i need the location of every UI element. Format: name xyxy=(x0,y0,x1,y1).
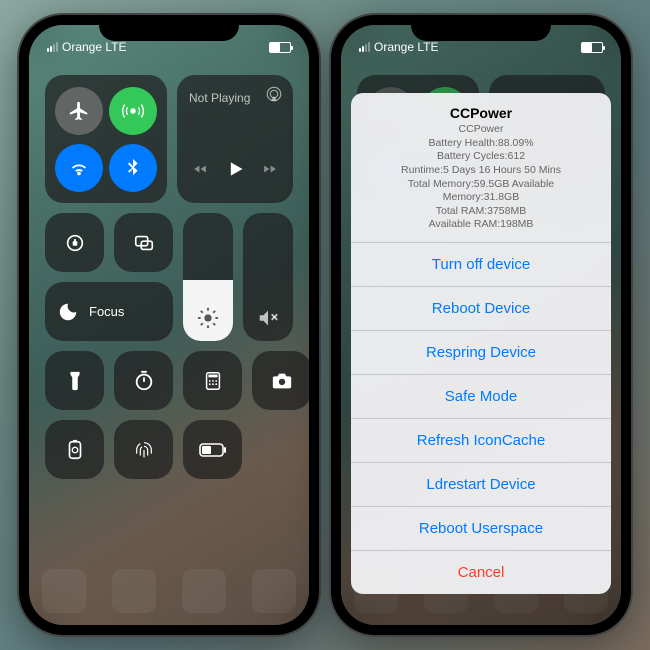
volume-slider[interactable] xyxy=(243,213,293,341)
action-cancel[interactable]: Cancel xyxy=(351,550,611,594)
sheet-header: CCPower CCPower Battery Health:88.09% Ba… xyxy=(351,93,611,243)
carrier-label: Orange LTE xyxy=(62,40,126,54)
rotation-lock-icon xyxy=(64,232,86,254)
media-title: Not Playing xyxy=(189,91,250,105)
signal-icon xyxy=(359,42,370,52)
timer-button[interactable] xyxy=(114,351,173,410)
focus-label: Focus xyxy=(89,304,124,319)
action-respring[interactable]: Respring Device xyxy=(351,330,611,374)
mute-icon xyxy=(257,307,279,329)
screen-left: Orange LTE xyxy=(29,25,309,625)
status-left: Orange LTE xyxy=(47,40,126,54)
control-center: Not Playing xyxy=(29,25,309,625)
cellular-toggle[interactable] xyxy=(109,87,157,135)
action-ldrestart[interactable]: Ldrestart Device xyxy=(351,462,611,506)
timer-icon xyxy=(133,370,155,392)
battery-icon xyxy=(269,42,291,53)
ccpower-action-sheet: CCPower CCPower Battery Health:88.09% Ba… xyxy=(351,93,611,594)
notch xyxy=(99,15,239,41)
flashlight-icon xyxy=(64,370,86,392)
airplay-icon[interactable] xyxy=(265,85,283,103)
airplane-icon xyxy=(68,100,90,122)
carrier-label: Orange LTE xyxy=(374,40,438,54)
bluetooth-icon xyxy=(122,157,144,179)
low-power-icon xyxy=(64,439,86,461)
action-turn-off[interactable]: Turn off device xyxy=(351,243,611,286)
camera-icon xyxy=(271,370,293,392)
brightness-slider[interactable] xyxy=(183,213,233,341)
touchid-button[interactable] xyxy=(114,420,173,479)
low-power-button[interactable] xyxy=(45,420,104,479)
play-icon[interactable] xyxy=(225,159,245,179)
status-right xyxy=(581,42,603,53)
rotation-lock-toggle[interactable] xyxy=(45,213,104,272)
next-track-icon[interactable] xyxy=(263,162,277,176)
notch xyxy=(411,15,551,41)
flashlight-button[interactable] xyxy=(45,351,104,410)
prev-track-icon[interactable] xyxy=(193,162,207,176)
focus-button[interactable]: Focus xyxy=(45,282,173,341)
airplane-toggle[interactable] xyxy=(55,87,103,135)
phone-left: Orange LTE xyxy=(19,15,319,635)
wifi-icon xyxy=(68,157,90,179)
media-tile[interactable]: Not Playing xyxy=(177,75,293,203)
media-controls xyxy=(193,159,277,179)
calculator-icon xyxy=(202,370,224,392)
moon-icon xyxy=(57,301,79,323)
battery-tile-icon xyxy=(199,443,227,457)
action-refresh-iconcache[interactable]: Refresh IconCache xyxy=(351,418,611,462)
cellular-icon xyxy=(122,100,144,122)
action-safe-mode[interactable]: Safe Mode xyxy=(351,374,611,418)
camera-button[interactable] xyxy=(252,351,309,410)
battery-tile-button[interactable] xyxy=(183,420,242,479)
screen-right: Orange LTE CCPower CCPower Battery xyxy=(341,25,621,625)
screen-mirror-button[interactable] xyxy=(114,213,173,272)
action-reboot-userspace[interactable]: Reboot Userspace xyxy=(351,506,611,550)
wifi-toggle[interactable] xyxy=(55,144,103,192)
battery-icon xyxy=(581,42,603,53)
status-left: Orange LTE xyxy=(359,40,438,54)
touchid-icon xyxy=(133,439,155,461)
dock-hint xyxy=(29,569,309,613)
signal-icon xyxy=(47,42,58,52)
calculator-button[interactable] xyxy=(183,351,242,410)
sheet-info: CCPower Battery Health:88.09% Battery Cy… xyxy=(363,123,599,232)
sheet-title: CCPower xyxy=(363,105,599,121)
action-reboot[interactable]: Reboot Device xyxy=(351,286,611,330)
bluetooth-toggle[interactable] xyxy=(109,144,157,192)
phone-right: Orange LTE CCPower CCPower Battery xyxy=(331,15,631,635)
status-right xyxy=(269,42,291,53)
screen-mirror-icon xyxy=(133,232,155,254)
connectivity-tile[interactable] xyxy=(45,75,167,203)
sun-icon xyxy=(197,307,219,329)
